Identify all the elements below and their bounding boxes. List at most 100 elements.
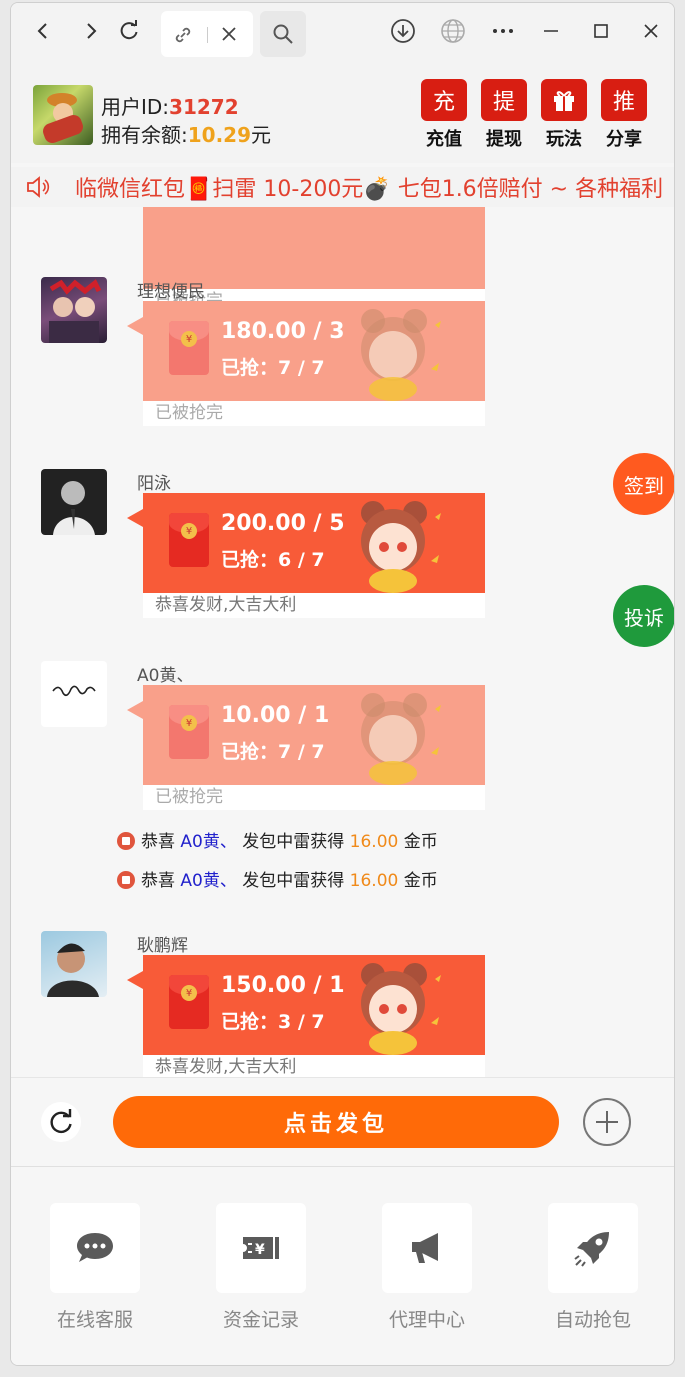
avatar[interactable] [41, 469, 107, 535]
red-packet[interactable]: ¥ 10.00 / 1 已抢：7 / 7 已被抢完 [127, 685, 485, 810]
red-packet-footer: 已被抢完 [143, 785, 485, 810]
packet-grabbed: 已抢：6 / 7 [221, 549, 325, 571]
envelope-icon: ¥ [169, 705, 209, 759]
gift-icon [541, 79, 587, 121]
speaker-icon [25, 175, 51, 203]
share-icon: 推 [601, 79, 647, 121]
notice-middle: 发包中雷获得 [236, 871, 350, 891]
tab-label: 资金记录 [222, 1309, 299, 1331]
envelope-icon: ¥ [169, 513, 209, 567]
avatar[interactable] [41, 277, 107, 343]
money-record-icon: ¥ [216, 1203, 306, 1293]
megaphone-icon [382, 1203, 472, 1293]
withdraw-icon: 提 [481, 79, 527, 121]
notice-prefix: 恭喜 [141, 832, 181, 852]
withdraw-button[interactable]: 提 提现 [479, 79, 529, 151]
red-packet[interactable]: ¥ 150.00 / 1 已抢：3 / 7 恭喜发财,大吉大利 [127, 955, 485, 1077]
tab-label: 代理中心 [388, 1309, 465, 1331]
recharge-button[interactable]: 充 充值 [419, 79, 469, 151]
complain-label: 投诉 [624, 605, 664, 630]
packet-amount: 10.00 / 1 [221, 703, 330, 728]
tab-separator [207, 27, 208, 43]
tab-fund-records[interactable]: ¥ 资金记录 [206, 1203, 316, 1332]
sender-name: 阳泳 [137, 474, 171, 494]
mascot-girl-icon [361, 309, 441, 401]
search-icon[interactable] [260, 11, 306, 57]
notice-suffix: 金币 [398, 871, 438, 891]
signin-label: 签到 [624, 473, 664, 498]
red-packet[interactable]: ¥ 200.00 / 5 已抢：6 / 7 恭喜发财,大吉大利 [127, 493, 485, 618]
avatar[interactable] [41, 661, 107, 727]
red-packet-footer: 已被抢完 [143, 401, 485, 426]
bottom-tabbar: 在线客服 ¥ 资金记录 代理中心 自动抢包 [11, 1167, 674, 1365]
tab-auto-grab[interactable]: 自动抢包 [538, 1203, 648, 1332]
complain-button[interactable]: 投诉 [613, 585, 674, 647]
packet-amount: 150.00 / 1 [221, 973, 345, 998]
browser-window: 用户ID:31272 拥有余额:10.29元 充 充值 提 提现 玩法 推 分享… [10, 2, 675, 1366]
recharge-label: 充值 [426, 129, 462, 150]
signin-button[interactable]: 签到 [613, 453, 674, 515]
reload-icon[interactable] [111, 13, 147, 49]
sender-name: A0黄、 [137, 666, 194, 686]
refresh-icon[interactable] [41, 1102, 81, 1142]
send-bar: 点击发包 [11, 1077, 674, 1167]
back-icon[interactable] [25, 13, 61, 49]
svg-text:¥: ¥ [255, 1242, 265, 1258]
send-packet-button[interactable]: 点击发包 [113, 1096, 559, 1148]
recharge-icon: 充 [421, 79, 467, 121]
sender-name: 耿鹏辉 [137, 936, 188, 956]
maximize-icon[interactable] [583, 13, 619, 49]
balance-unit: 元 [251, 123, 272, 147]
tab-label: 自动抢包 [554, 1309, 631, 1331]
announcement-marquee: 临微信红包🧧扫雷 10-200元💣 七包1.6倍赔付 ~ 各种福利 [11, 167, 674, 207]
rules-button[interactable]: 玩法 [539, 79, 589, 151]
user-avatar [33, 85, 93, 145]
globe-icon[interactable] [435, 13, 471, 49]
tab-agent-center[interactable]: 代理中心 [372, 1203, 482, 1332]
notice-suffix: 金币 [398, 832, 438, 852]
packet-amount: 180.00 / 3 [221, 319, 345, 344]
user-balance: 拥有余额:10.29元 [101, 119, 271, 148]
chat-bubble-icon [50, 1203, 140, 1293]
notice-icon [117, 832, 135, 850]
packet-grabbed: 已抢：7 / 7 [221, 357, 325, 379]
notice-icon [117, 871, 135, 889]
download-icon[interactable] [385, 13, 421, 49]
notice-prefix: 恭喜 [141, 871, 181, 891]
red-packet-footer: 恭喜发财,大吉大利 [143, 1055, 485, 1077]
share-button[interactable]: 推 分享 [599, 79, 649, 151]
bubble-tail [127, 317, 143, 335]
notice-user: A0黄、 [180, 832, 237, 852]
user-id-label: 用户ID: [101, 95, 170, 119]
envelope-icon: ¥ [169, 321, 209, 375]
share-label: 分享 [606, 129, 642, 150]
notice-amount: 16.00 [349, 832, 399, 852]
packet-grabbed: 已抢：7 / 7 [221, 741, 325, 763]
forward-icon[interactable] [73, 13, 109, 49]
browser-tab[interactable] [161, 11, 253, 57]
user-id-value: 31272 [169, 95, 239, 119]
notice-amount: 16.00 [349, 871, 399, 891]
avatar[interactable] [41, 931, 107, 997]
browser-toolbar [11, 3, 674, 63]
bubble-tail [127, 509, 143, 527]
more-icon[interactable] [485, 13, 521, 49]
chat-area: 已被抢完 理想便民 ¥ 180.00 / 3 已抢：7 / 7 [11, 207, 674, 1077]
tab-customer-service[interactable]: 在线客服 [40, 1203, 150, 1332]
win-notice: 恭喜 A0黄、 发包中雷获得 16.00 金币 [117, 827, 438, 852]
sender-name: 理想便民 [137, 282, 205, 302]
close-tab-icon[interactable] [219, 24, 239, 48]
notice-middle: 发包中雷获得 [236, 832, 350, 852]
tab-label: 在线客服 [56, 1309, 133, 1331]
red-packet[interactable]: ¥ 180.00 / 3 已抢：7 / 7 已被抢完 [127, 301, 485, 426]
red-packet-footer: 恭喜发财,大吉大利 [143, 593, 485, 618]
mascot-girl-icon [361, 693, 441, 785]
marquee-text: 临微信红包🧧扫雷 10-200元💣 七包1.6倍赔付 ~ 各种福利 [75, 177, 664, 202]
packet-grabbed: 已抢：3 / 7 [221, 1011, 325, 1033]
close-window-icon[interactable] [633, 13, 669, 49]
mascot-girl-icon [361, 963, 441, 1055]
minimize-icon[interactable] [533, 13, 569, 49]
bubble-tail [127, 701, 143, 719]
plus-icon[interactable] [583, 1098, 631, 1146]
packet-amount: 200.00 / 5 [221, 511, 345, 536]
